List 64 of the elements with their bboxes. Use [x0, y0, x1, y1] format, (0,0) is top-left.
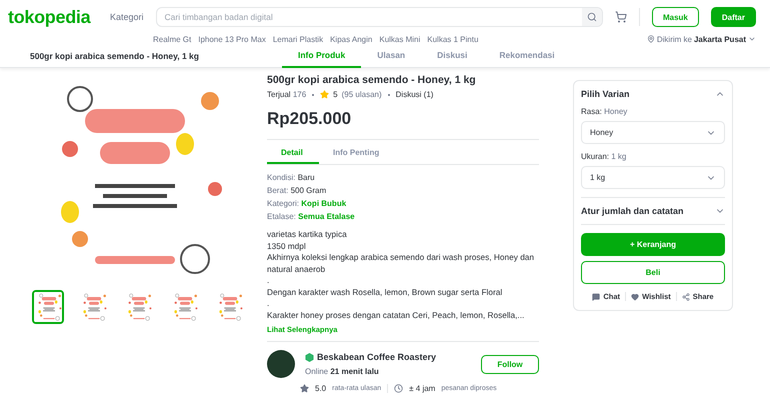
chevron-down-icon[interactable]	[748, 35, 756, 43]
cart-icon[interactable]	[614, 11, 627, 23]
register-button[interactable]: Daftar	[710, 7, 756, 27]
badge-icon	[305, 352, 314, 362]
product-title: 500gr kopi arabica semendo - Honey, 1 kg	[30, 50, 200, 60]
detail-tab[interactable]: Detail	[267, 144, 319, 164]
description-line: 1350 mdpl	[267, 240, 307, 252]
keyword-link[interactable]: Realme Gt	[153, 34, 192, 44]
shop-name[interactable]: Beskabean Coffee Roastery	[317, 352, 436, 362]
option-select[interactable]: 1 kg	[581, 166, 725, 189]
spec-row-text: Etalase: Semua Etalase	[267, 212, 356, 221]
option-select[interactable]: Honey	[581, 121, 725, 144]
heart-icon	[631, 292, 640, 300]
location-pin-icon	[646, 35, 655, 43]
search-bar[interactable]: Cari timbangan badan digital	[156, 7, 603, 27]
process-time: ± 4 jam	[409, 384, 436, 393]
keyword-link[interactable]: Kulkas 1 Pintu	[427, 34, 478, 44]
description-line: varietas kartika typica	[267, 229, 348, 240]
add-to-cart-button[interactable]: + Keranjang	[581, 233, 725, 256]
product-title: 500gr kopi arabica semendo - Honey, 1 kg	[267, 74, 477, 86]
search-field[interactable]: Cari timbangan badan digital	[156, 12, 582, 22]
section-tab[interactable]: Ulasan	[361, 44, 422, 68]
discussion-count[interactable]: Diskusi (1)	[396, 90, 434, 99]
spec-row-text: Berat: 500 Gram	[267, 186, 328, 195]
section-tab[interactable]: Info Produk	[282, 44, 362, 68]
price: Rp205.000	[267, 109, 352, 129]
description-line: Dengan karakter wash Rosella, lemon, Brown sugar serta Floral	[267, 286, 504, 298]
online-status: Online 21 menit lalu	[305, 366, 380, 376]
spec-row-text: Kategori: Kopi Bubuk	[267, 199, 348, 208]
description-line: Akhirnya koleksi lengkap arabica semendo dari wash proses, Honey dan natural anaerob	[267, 252, 536, 275]
keyword-link[interactable]: Kulkas Mini	[379, 34, 420, 44]
keyword-link[interactable]: Iphone 13 Pro Max	[198, 34, 266, 44]
spec-row-text: Kondisi: Baru	[267, 173, 316, 182]
keyword-link[interactable]: Lemari Plastik	[272, 34, 324, 44]
star-icon	[320, 90, 330, 99]
clock-icon	[394, 384, 404, 393]
location-value[interactable]: Jakarta Pusat	[694, 34, 746, 44]
speech-bubble-icon	[592, 292, 600, 300]
buy-button[interactable]: Beli	[581, 261, 725, 284]
review-count[interactable]: (95 ulasan)	[342, 90, 382, 99]
share-icon	[682, 292, 690, 300]
shop-avatar[interactable]	[267, 350, 295, 378]
search-icon[interactable]	[586, 12, 597, 22]
location-label: Dikirim ke	[656, 34, 692, 44]
option-label: Rasa: Honey	[581, 107, 628, 116]
rating: 5	[333, 90, 338, 99]
follow-button[interactable]: Follow	[481, 354, 539, 374]
logo[interactable]: tokopedia	[8, 6, 98, 28]
notes-title[interactable]: Atur jumlah dan catatan	[581, 206, 684, 216]
option-label: Ukuran: 1 kg	[581, 152, 628, 161]
section-tab[interactable]: Diskusi	[421, 44, 484, 68]
sold-count: Terjual 176	[267, 90, 306, 99]
description-line: .	[267, 275, 270, 286]
detail-tab[interactable]: Info Penting	[319, 144, 394, 164]
star-icon	[300, 384, 309, 393]
shop-rating: 5.0	[315, 384, 326, 393]
login-button[interactable]: Masuk	[652, 7, 699, 27]
keyword-link[interactable]: Kipas Angin	[330, 34, 372, 44]
description-line: .	[267, 298, 270, 310]
category-link[interactable]: Kategori	[110, 12, 144, 22]
description-line: Karakter honey proses dengan catatan Ceri, Peach, lemon, Rosella,...	[267, 310, 526, 321]
thumbnail[interactable]	[32, 290, 64, 324]
section-tab[interactable]: Rekomendasi	[483, 44, 571, 68]
card-title: Pilih Varian	[581, 89, 630, 99]
